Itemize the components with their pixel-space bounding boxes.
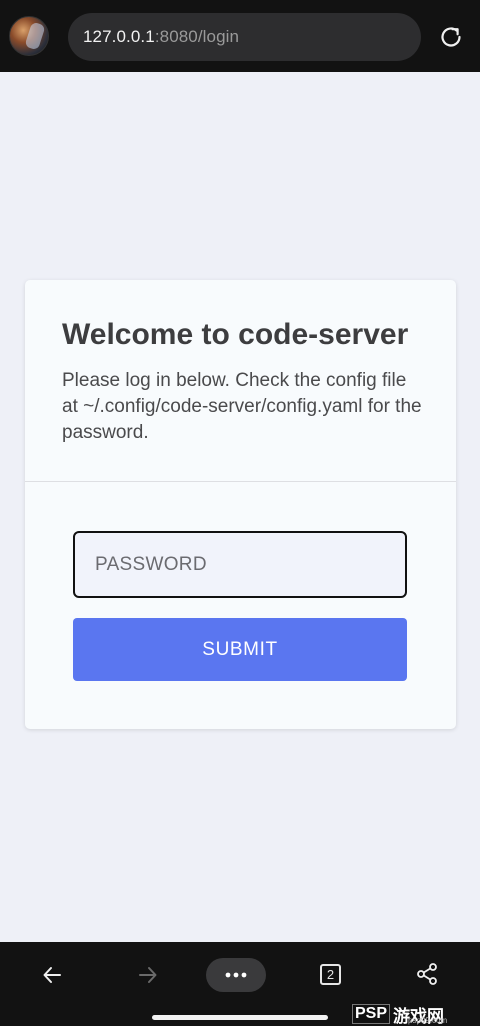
arrow-left-icon[interactable]	[41, 964, 63, 986]
submit-button[interactable]: SUBMIT	[73, 618, 407, 681]
reload-icon[interactable]	[438, 24, 464, 50]
url-host: 127.0.0.1	[83, 27, 155, 46]
share-icon[interactable]	[415, 962, 439, 986]
arrow-right-icon[interactable]	[137, 964, 159, 986]
card-divider	[25, 481, 456, 482]
tabs-count-button[interactable]: 2	[320, 964, 341, 985]
home-indicator[interactable]	[152, 1015, 328, 1020]
more-menu-button[interactable]	[206, 958, 266, 992]
more-dots-icon	[225, 972, 247, 978]
watermark-logo: PSP	[352, 1004, 391, 1024]
watermark-url: psp99.com	[408, 1016, 448, 1025]
login-card: Welcome to code-server Please log in bel…	[25, 280, 456, 729]
url-path: :8080/login	[154, 27, 240, 46]
password-input[interactable]	[73, 531, 407, 598]
url-bar[interactable]: 127.0.0.1:8080/login	[68, 13, 421, 61]
login-instructions: Please log in below. Check the config fi…	[62, 370, 422, 443]
browser-top-bar: 127.0.0.1:8080/login	[0, 0, 480, 72]
profile-avatar[interactable]	[9, 16, 49, 56]
page-title: Welcome to code-server	[62, 318, 409, 351]
